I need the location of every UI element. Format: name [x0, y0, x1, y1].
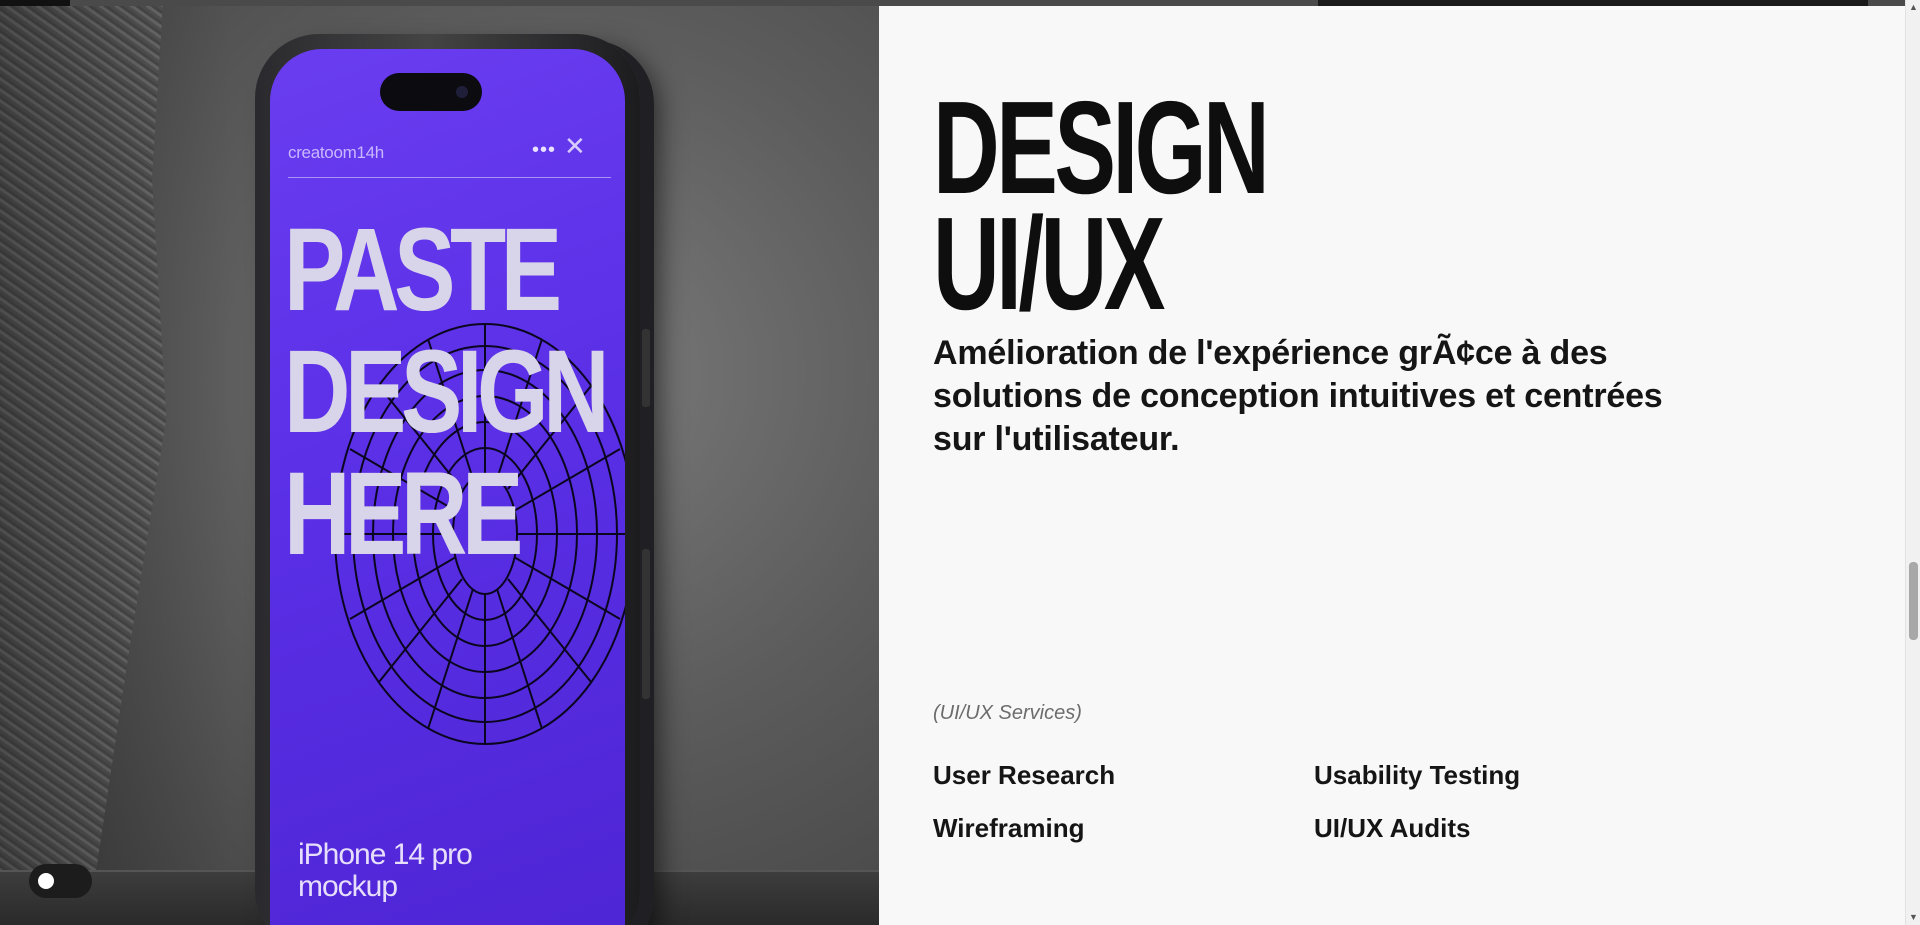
dynamic-island [380, 73, 482, 111]
mockup-headline-line: HERE [284, 448, 523, 580]
page-scrollbar[interactable]: ▲ ▼ [1905, 0, 1920, 925]
hero-image-panel: creatoom14h ••• ✕ PASTE DESIGN HERE iPho… [0, 6, 879, 925]
section-title-line: DESIGN [933, 74, 1270, 221]
section-title-line: UI/UX [933, 190, 1165, 337]
service-item: User Research [933, 760, 1116, 790]
service-item: UI/UX Audits [1314, 813, 1471, 843]
iphone-mockup: creatoom14h ••• ✕ PASTE DESIGN HERE iPho… [255, 34, 650, 925]
services-label: (UI/UX Services) [933, 702, 1082, 724]
close-icon: ✕ [564, 131, 586, 161]
toggle-knob [38, 873, 54, 889]
mockup-brand-text: creatoom14h [288, 143, 384, 162]
mockup-caption-line: mockup [298, 870, 398, 903]
phone-side-button [642, 549, 650, 699]
service-item: Usability Testing [1314, 760, 1521, 790]
scroll-down-arrow-icon[interactable]: ▼ [1906, 910, 1920, 925]
service-section: DESIGN UI/UX Amélioration de l'expérienc… [879, 6, 1905, 925]
mockup-headline: PASTE DESIGN HERE [284, 204, 610, 580]
mockup-headline-line: DESIGN [284, 326, 610, 458]
mockup-caption-line: iPhone 14 pro [298, 838, 473, 871]
mockup-caption: iPhone 14 pro mockup [298, 838, 473, 903]
phone-screen: creatoom14h ••• ✕ PASTE DESIGN HERE iPho… [270, 49, 625, 925]
service-item: Wireframing [933, 813, 1085, 843]
scrollbar-thumb[interactable] [1909, 562, 1918, 640]
page: creatoom14h ••• ✕ PASTE DESIGN HERE iPho… [0, 0, 1920, 925]
theme-toggle[interactable] [29, 864, 92, 898]
more-dots-icon: ••• [532, 139, 557, 161]
mockup-headline-line: PASTE [284, 204, 562, 336]
stone-shadow [0, 6, 230, 925]
scroll-up-arrow-icon[interactable]: ▲ [1906, 0, 1920, 15]
section-description: Amélioration de l'expérience grÃ¢ce à de… [933, 334, 1663, 458]
mockup-divider [288, 177, 611, 178]
phone-side-button [642, 329, 650, 407]
section-title: DESIGN UI/UX [933, 74, 1270, 337]
